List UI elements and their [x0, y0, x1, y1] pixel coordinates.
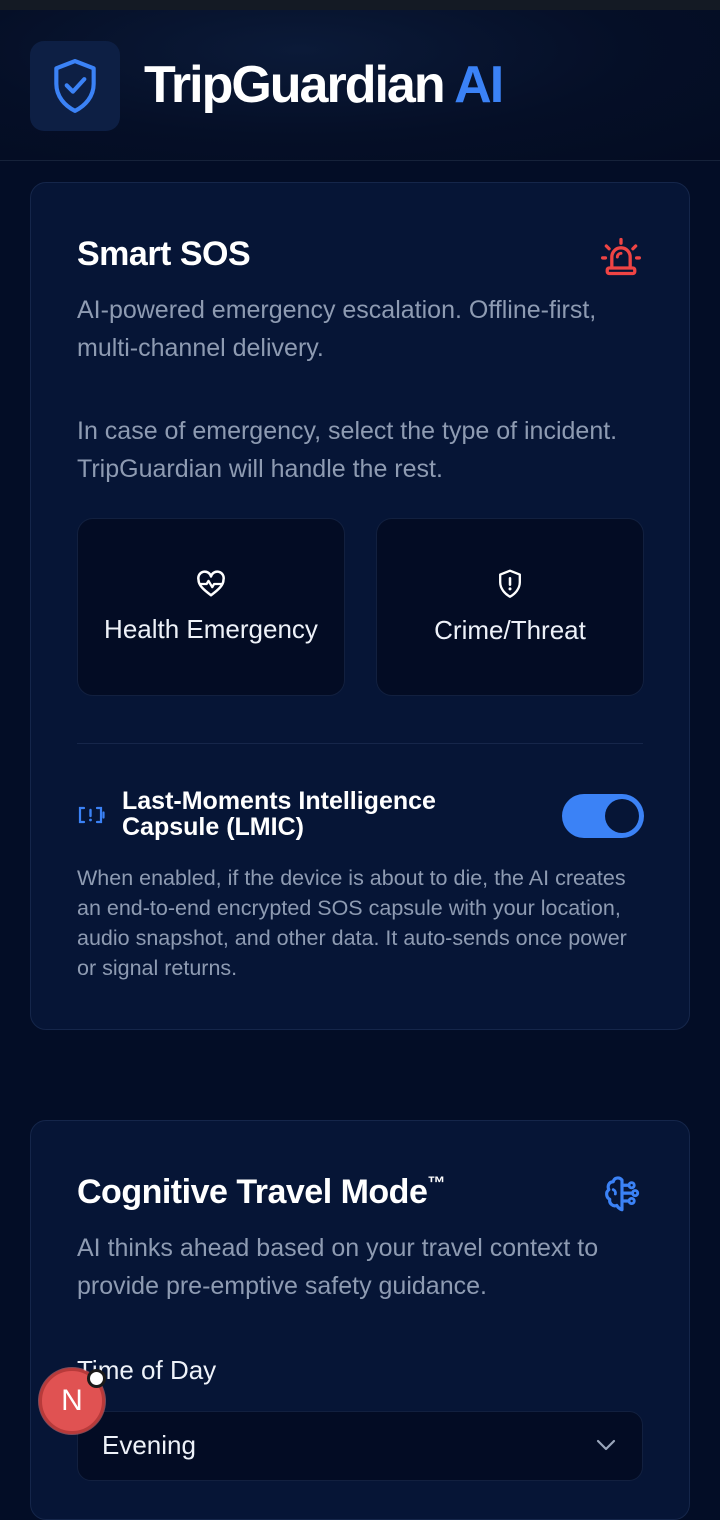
- app-header: TripGuardian AI: [0, 10, 720, 161]
- smart-sos-card: Smart SOS AI-powered emergency escalatio…: [30, 182, 690, 1030]
- cognitive-travel-subtitle: AI thinks ahead based on your travel con…: [77, 1234, 599, 1300]
- avatar-status-dot: [87, 1369, 106, 1388]
- app-logo: [30, 41, 120, 131]
- app-title-name: TripGuardian: [144, 56, 446, 114]
- time-of-day-select[interactable]: Evening: [77, 1411, 643, 1481]
- section-divider: [77, 743, 643, 744]
- battery-warning-icon: [77, 805, 107, 830]
- time-of-day-value: Evening: [102, 1430, 196, 1460]
- smart-sos-subtitle: AI-powered emergency escalation. Offline…: [77, 296, 597, 362]
- brain-icon: [601, 1173, 643, 1220]
- siren-icon: [599, 235, 643, 284]
- crime-threat-label: Crime/Threat: [434, 614, 586, 645]
- cognitive-travel-title: Cognitive Travel Mode™: [77, 1173, 445, 1212]
- chevron-down-icon: [596, 1439, 616, 1451]
- app-title: TripGuardian AI: [144, 50, 504, 120]
- lmic-toggle[interactable]: [562, 794, 644, 838]
- trademark-mark: ™: [427, 1173, 445, 1193]
- crime-threat-button[interactable]: Crime/Threat: [376, 518, 644, 696]
- lmic-description: When enabled, if the device is about to …: [77, 866, 627, 980]
- lmic-title: Last-Moments Intelligence Capsule (LMIC): [122, 787, 436, 841]
- shield-alert-icon: [499, 569, 521, 598]
- shield-check-icon: [54, 59, 96, 113]
- smart-sos-instructions: In case of emergency, select the type of…: [77, 417, 618, 483]
- health-emergency-label: Health Emergency: [104, 613, 318, 644]
- cognitive-travel-card: Cognitive Travel Mode™ AI thinks ahead b…: [30, 1120, 690, 1520]
- heart-pulse-icon: [197, 569, 225, 596]
- top-status-strip: [0, 0, 720, 10]
- smart-sos-title: Smart SOS: [77, 235, 251, 273]
- app-title-ai: AI: [454, 56, 504, 114]
- cognitive-travel-title-text: Cognitive Travel Mode: [77, 1173, 428, 1211]
- toggle-knob: [605, 799, 639, 833]
- health-emergency-button[interactable]: Health Emergency: [77, 518, 345, 696]
